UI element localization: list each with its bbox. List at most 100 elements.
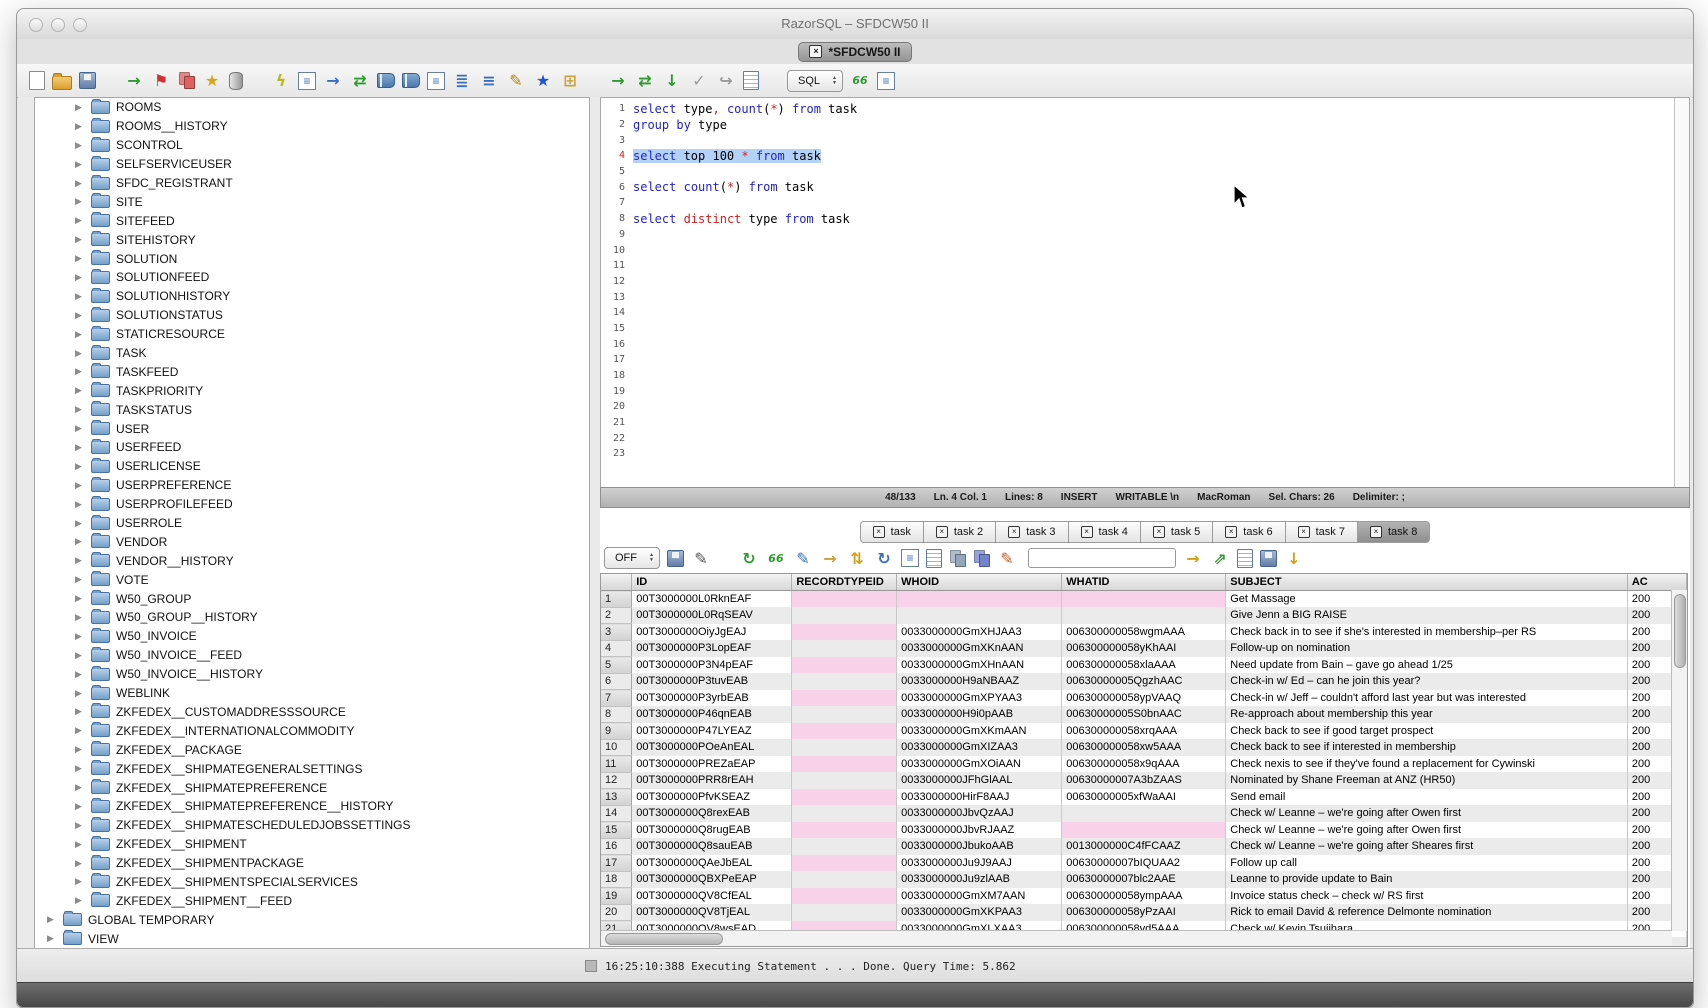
table-cell[interactable]: 00T3000000P3yrbEAB	[632, 690, 792, 707]
table-row[interactable]: 500T3000000P3N4pEAF0033000000GmXHnAAN006…	[601, 657, 1687, 674]
refresh-results-icon[interactable]: ↻	[739, 548, 759, 568]
disclosure-triangle-icon[interactable]: ▶	[75, 839, 85, 850]
table-row[interactable]: 1500T3000000Q8rugEAB0033000000JbvRJAAZCh…	[601, 822, 1687, 839]
table-cell[interactable]: Check back in to see if she's interested…	[1226, 624, 1628, 641]
tree-item[interactable]: ▶TASKPRIORITY	[35, 381, 589, 400]
goto-row-icon[interactable]: 66	[766, 548, 786, 568]
tree-item[interactable]: ▶ZKFEDEX__SHIPMENTSPECIALSERVICES	[35, 873, 589, 892]
table-cell[interactable]: Follow up call	[1226, 855, 1628, 872]
favorites-star-icon[interactable]: ★	[533, 71, 553, 91]
tree-item[interactable]: ▶TASKFEED	[35, 362, 589, 381]
table-cell[interactable]: Re-approach about membership this year	[1226, 706, 1628, 723]
column-header[interactable]: ID	[632, 574, 792, 591]
table-cell[interactable]: 00T3000000QAeJbEAL	[632, 855, 792, 872]
table-cell[interactable]	[792, 657, 897, 674]
tree-item[interactable]: ▶W50_INVOICE__FEED	[35, 646, 589, 665]
table-cell[interactable]: 006300000058xlaAAA	[1062, 657, 1226, 674]
disclosure-triangle-icon[interactable]: ▶	[75, 178, 85, 189]
edit-cell-icon[interactable]: ✎	[793, 548, 813, 568]
disclosure-triangle-icon[interactable]: ▶	[75, 461, 85, 472]
disclosure-triangle-icon[interactable]: ▶	[75, 196, 85, 207]
history-icon[interactable]	[743, 71, 759, 90]
table-row[interactable]: 1900T3000000QV8CfEAL0033000000GmXM7AAN00…	[601, 888, 1687, 905]
refresh-db-icon[interactable]: ⇄	[350, 71, 370, 91]
disclosure-triangle-icon[interactable]: ▶	[75, 499, 85, 510]
tree-item[interactable]: ▶ZKFEDEX__SHIPMENT	[35, 835, 589, 854]
disclosure-triangle-icon[interactable]: ▶	[75, 820, 85, 831]
result-tab[interactable]: ×task 3	[996, 521, 1068, 543]
table-cell[interactable]: 0033000000GmXKmAAN	[897, 723, 1062, 740]
table-row[interactable]: 700T3000000P3yrbEAB0033000000GmXPYAA3006…	[601, 690, 1687, 707]
disclosure-triangle-icon[interactable]: ▶	[75, 593, 85, 604]
tree-item[interactable]: ▶SOLUTIONFEED	[35, 268, 589, 287]
result-tab[interactable]: ×task 4	[1069, 521, 1141, 543]
table-cell[interactable]: Leanne to provide update to Bain	[1226, 871, 1628, 888]
disclosure-triangle-icon[interactable]: ▶	[75, 876, 85, 887]
disclosure-triangle-icon[interactable]: ▶	[75, 518, 85, 529]
open-file-icon[interactable]	[52, 76, 72, 90]
table-row[interactable]: 1200T3000000PRR8rEAH0033000000JFhGlAAL00…	[601, 772, 1687, 789]
table-cell[interactable]	[1062, 607, 1226, 624]
table-cell[interactable]	[792, 904, 897, 921]
reload-table-icon[interactable]: ↻	[874, 548, 894, 568]
results-list-icon[interactable]: ≡	[877, 72, 895, 90]
tree-item[interactable]: ▶USERPREFERENCE	[35, 476, 589, 495]
disclosure-triangle-icon[interactable]: ▶	[75, 159, 85, 170]
table-cell[interactable]: Need update from Bain – gave go ahead 1/…	[1226, 657, 1628, 674]
goto-line-icon[interactable]: 66	[850, 71, 870, 91]
table-cell[interactable]: Check nexis to see if they've found a re…	[1226, 756, 1628, 773]
close-tab-icon[interactable]: ×	[936, 526, 948, 538]
save-results-icon[interactable]	[667, 550, 684, 567]
download-icon[interactable]: ↓	[1284, 548, 1304, 568]
tree-item[interactable]: ▶W50_GROUP__HISTORY	[35, 608, 589, 627]
execute-all-icon[interactable]: ⇄	[635, 71, 655, 91]
table-cell[interactable]: 0033000000GmXKnAAN	[897, 640, 1062, 657]
disclosure-triangle-icon[interactable]: ▶	[75, 121, 85, 132]
copy-connection-icon[interactable]	[178, 72, 195, 89]
tree-item[interactable]: ▶SELFSERVICEUSER	[35, 155, 589, 174]
sql-wizard-icon[interactable]: ϟ	[271, 71, 291, 91]
tree-item[interactable]: ▶SITEFEED	[35, 211, 589, 230]
disclosure-triangle-icon[interactable]: ▶	[75, 291, 85, 302]
table-cell[interactable]: 006300000058wgmAAA	[1062, 624, 1226, 641]
table-cell[interactable]: Rick to email David & reference Delmonte…	[1226, 904, 1628, 921]
new-file-icon[interactable]	[29, 71, 45, 90]
tree-item[interactable]: ▶SOLUTION	[35, 249, 589, 268]
table-cell[interactable]: 00T3000000L0RqSEAV	[632, 607, 792, 624]
table-cell[interactable]: 00630000005S0bnAAC	[1062, 706, 1226, 723]
editor-vertical-scrollbar[interactable]	[1674, 98, 1689, 488]
table-row[interactable]: 300T3000000OiyJgEAJ0033000000GmXHJAA3006…	[601, 624, 1687, 641]
result-tab[interactable]: ×task 8	[1358, 521, 1430, 543]
table-cell[interactable]: 00T3000000PREZaEAP	[632, 756, 792, 773]
disclosure-triangle-icon[interactable]: ▶	[47, 933, 57, 944]
disclosure-triangle-icon[interactable]: ▶	[75, 404, 85, 415]
close-tab-icon[interactable]: ×	[1153, 526, 1165, 538]
table-cell[interactable]: 00T3000000L0RknEAF	[632, 591, 792, 608]
tree-item[interactable]: ▶SOLUTIONSTATUS	[35, 306, 589, 325]
table-cell[interactable]: 00630000007A3bZAAS	[1062, 772, 1226, 789]
table-row[interactable]: 800T3000000P46qnEAB0033000000H9i0pAAB006…	[601, 706, 1687, 723]
table-cell[interactable]	[792, 756, 897, 773]
view-list-icon[interactable]: ≡	[901, 549, 919, 567]
tree-item[interactable]: ▶ZKFEDEX__SHIPMATEPREFERENCE	[35, 778, 589, 797]
table-row[interactable]: 900T3000000P47LYEAZ0033000000GmXKmAAN006…	[601, 723, 1687, 740]
column-header[interactable]: SUBJECT	[1226, 574, 1628, 591]
disclosure-triangle-icon[interactable]: ▶	[75, 442, 85, 453]
table-row[interactable]: 2000T3000000QV8TjEAL0033000000GmXKPAA300…	[601, 904, 1687, 921]
table-cell[interactable]	[792, 723, 897, 740]
result-tab[interactable]: ×task 6	[1213, 521, 1285, 543]
disclosure-triangle-icon[interactable]: ▶	[75, 385, 85, 396]
table-cell[interactable]: 00T3000000POeAnEAL	[632, 739, 792, 756]
table-cell[interactable]: 0033000000JbvRJAAZ	[897, 822, 1062, 839]
disclosure-triangle-icon[interactable]: ▶	[75, 102, 85, 113]
disclosure-triangle-icon[interactable]: ▶	[75, 858, 85, 869]
table-cell[interactable]	[792, 855, 897, 872]
table-cell[interactable]: Get Massage	[1226, 591, 1628, 608]
table-cell[interactable]: 006300000058x9qAAA	[1062, 756, 1226, 773]
table-row[interactable]: 1400T3000000Q8rexEAB0033000000JbvQzAAJCh…	[601, 805, 1687, 822]
table-cell[interactable]: 006300000058ympAAA	[1062, 888, 1226, 905]
tree-item[interactable]: ▶ZKFEDEX__SHIPMENTPACKAGE	[35, 854, 589, 873]
tree-item[interactable]: ▶USER	[35, 419, 589, 438]
table-grid-icon[interactable]: ⊞	[560, 71, 580, 91]
table-cell[interactable]: 0033000000HirF8AAJ	[897, 789, 1062, 806]
